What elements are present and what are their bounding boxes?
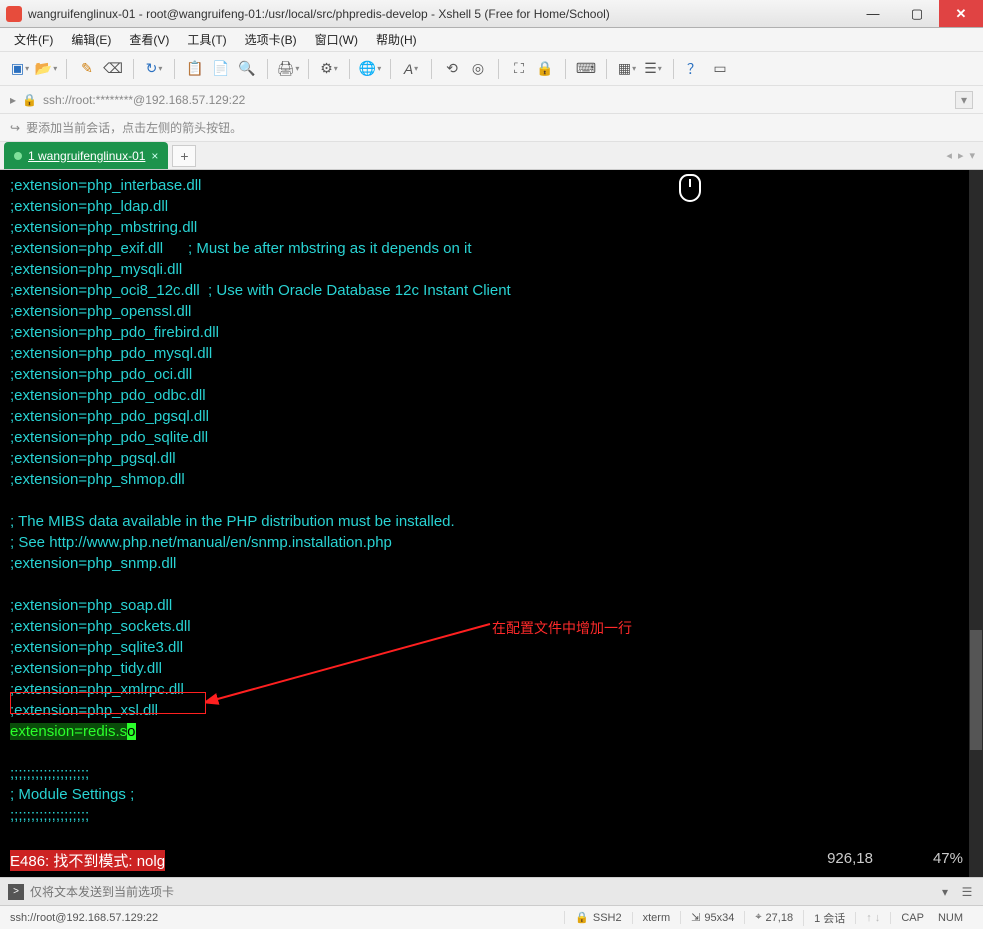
window-title: wangruifenglinux-01 - root@wangruifeng-0… bbox=[28, 7, 851, 21]
properties-button[interactable]: ⚙ bbox=[319, 59, 339, 79]
fullscreen-icon[interactable]: ⛶ bbox=[509, 59, 529, 79]
eraser-icon[interactable]: ⌫ bbox=[103, 59, 123, 79]
open-button[interactable]: 📂 bbox=[36, 59, 56, 79]
menu-help[interactable]: 帮助(H) bbox=[376, 31, 417, 48]
menu-edit[interactable]: 编辑(E) bbox=[71, 31, 111, 48]
input-dropdown-icon[interactable]: ▾ bbox=[937, 884, 953, 900]
menubar: 文件(F) 编辑(E) 查看(V) 工具(T) 选项卡(B) 窗口(W) 帮助(… bbox=[0, 28, 983, 52]
status-path: ssh://root@192.168.57.129:22 bbox=[10, 912, 564, 924]
minimize-button[interactable]: — bbox=[851, 0, 895, 27]
tab-next-icon[interactable]: ▸ bbox=[958, 149, 964, 162]
globe-button[interactable]: 🌐 bbox=[360, 59, 380, 79]
separator bbox=[66, 59, 67, 79]
separator bbox=[498, 59, 499, 79]
input-menu-icon[interactable]: ☰ bbox=[959, 884, 975, 900]
status-dot-icon bbox=[14, 152, 22, 160]
prompt-icon: ▸ bbox=[10, 93, 16, 107]
vim-percent: 47% bbox=[933, 850, 963, 871]
status-size: ⇲ 95x34 bbox=[680, 911, 744, 924]
hint-bar: ↪ 要添加当前会话，点击左侧的箭头按钮。 bbox=[0, 114, 983, 142]
new-session-button[interactable]: ▣ bbox=[10, 59, 30, 79]
about-icon[interactable]: ▭ bbox=[710, 59, 730, 79]
titlebar: wangruifenglinux-01 - root@wangruifeng-0… bbox=[0, 0, 983, 28]
menu-window[interactable]: 窗口(W) bbox=[315, 31, 358, 48]
input-bar: > ▾ ☰ bbox=[0, 877, 983, 905]
separator bbox=[133, 59, 134, 79]
lock-icon: 🔒 bbox=[22, 93, 37, 107]
status-ssh: 🔒 SSH2 bbox=[564, 911, 631, 924]
window-controls: — ▢ ✕ bbox=[851, 0, 983, 27]
tab-prev-icon[interactable]: ◂ bbox=[946, 149, 952, 162]
separator bbox=[431, 59, 432, 79]
hint-text: 要添加当前会话，点击左侧的箭头按钮。 bbox=[26, 119, 242, 136]
separator bbox=[267, 59, 268, 79]
menu-file[interactable]: 文件(F) bbox=[14, 31, 53, 48]
toolbar: ▣ 📂 ✎ ⌫ ↻ 📋 📄 🔍 🖨 ⚙ 🌐 A ⟲ ◎ ⛶ 🔒 ⌨ ▦ ☰ ？ … bbox=[0, 52, 983, 86]
input-prompt-icon: > bbox=[8, 884, 24, 900]
status-arrows: ↑ ↓ bbox=[855, 912, 890, 924]
separator bbox=[565, 59, 566, 79]
status-term: xterm bbox=[632, 912, 681, 924]
menu-tabs[interactable]: 选项卡(B) bbox=[245, 31, 297, 48]
status-num: NUM bbox=[934, 912, 973, 924]
tab-navigation: ◂ ▸ ▾ bbox=[946, 142, 983, 169]
paste-icon[interactable]: 📄 bbox=[211, 59, 231, 79]
separator bbox=[606, 59, 607, 79]
lock-icon[interactable]: 🔒 bbox=[535, 59, 555, 79]
highlight-icon[interactable]: ✎ bbox=[77, 59, 97, 79]
reconnect-button[interactable]: ↻ bbox=[144, 59, 164, 79]
vim-position: 926,18 bbox=[827, 850, 873, 871]
close-button[interactable]: ✕ bbox=[939, 0, 983, 27]
separator bbox=[390, 59, 391, 79]
address-bar: ▸ 🔒 ssh://root:********@192.168.57.129:2… bbox=[0, 86, 983, 114]
maximize-button[interactable]: ▢ bbox=[895, 0, 939, 27]
find-icon[interactable]: 🔍 bbox=[237, 59, 257, 79]
session-tab[interactable]: 1 wangruifenglinux-01 × bbox=[4, 142, 168, 169]
status-cursor: ⌖ 27,18 bbox=[744, 911, 803, 924]
status-cap: CAP bbox=[890, 912, 934, 924]
separator bbox=[308, 59, 309, 79]
vim-statusline: E486: 找不到模式: nolg 926,18 47% bbox=[10, 850, 963, 871]
tab-list-icon[interactable]: ▾ bbox=[969, 149, 975, 162]
menu-tools[interactable]: 工具(T) bbox=[187, 31, 226, 48]
address-text[interactable]: ssh://root:********@192.168.57.129:22 bbox=[43, 93, 245, 107]
status-sessions: 1 会话 bbox=[803, 910, 855, 926]
tab-label: 1 wangruifenglinux-01 bbox=[28, 149, 145, 163]
new-tab-button[interactable]: + bbox=[172, 145, 196, 167]
refresh-icon[interactable]: ⟲ bbox=[442, 59, 462, 79]
status-bar: ssh://root@192.168.57.129:22 🔒 SSH2 xter… bbox=[0, 905, 983, 929]
arrow-icon[interactable]: ↪ bbox=[10, 121, 20, 135]
keyboard-icon[interactable]: ⌨ bbox=[576, 59, 596, 79]
tab-close-icon[interactable]: × bbox=[151, 149, 158, 163]
target-icon[interactable]: ◎ bbox=[468, 59, 488, 79]
layout-button[interactable]: ▦ bbox=[617, 59, 637, 79]
add-session-button[interactable]: ▾ bbox=[955, 91, 973, 109]
separator bbox=[174, 59, 175, 79]
command-input[interactable] bbox=[30, 885, 931, 899]
separator bbox=[349, 59, 350, 79]
help-icon[interactable]: ？ bbox=[684, 59, 704, 79]
separator bbox=[673, 59, 674, 79]
terminal-area[interactable]: ;extension=php_interbase.dll ;extension=… bbox=[0, 170, 983, 877]
terminal-output[interactable]: ;extension=php_interbase.dll ;extension=… bbox=[0, 170, 969, 877]
terminal-scrollbar[interactable] bbox=[969, 170, 983, 877]
tab-bar: 1 wangruifenglinux-01 × + ◂ ▸ ▾ bbox=[0, 142, 983, 170]
print-button[interactable]: 🖨 bbox=[278, 59, 298, 79]
font-button[interactable]: A bbox=[401, 59, 421, 79]
app-icon bbox=[6, 6, 22, 22]
list-button[interactable]: ☰ bbox=[643, 59, 663, 79]
vim-error: E486: 找不到模式: nolg bbox=[10, 850, 165, 871]
copy-icon[interactable]: 📋 bbox=[185, 59, 205, 79]
annotation-text: 在配置文件中增加一行 bbox=[492, 618, 632, 638]
menu-view[interactable]: 查看(V) bbox=[129, 31, 169, 48]
